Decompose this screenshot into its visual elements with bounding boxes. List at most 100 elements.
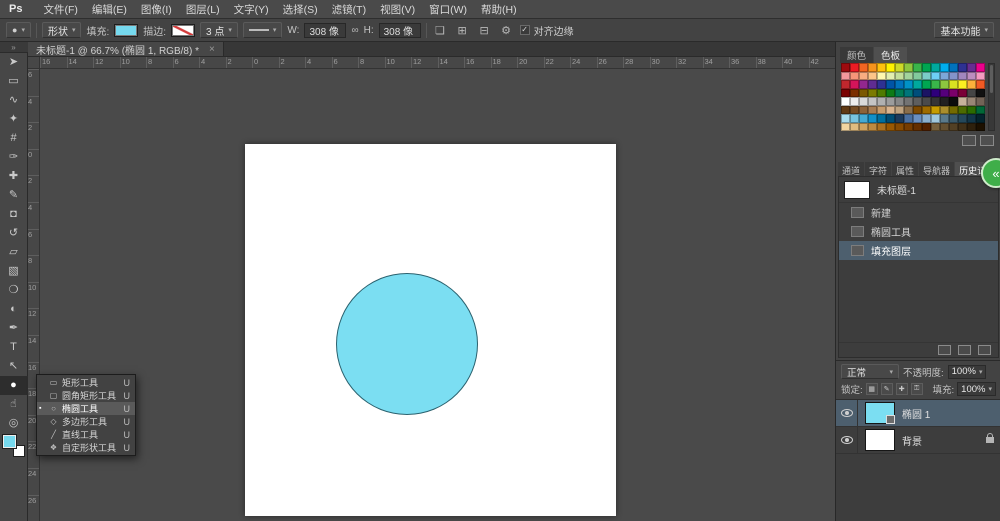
polygon-tool-item[interactable]: ▪ ◇ 多边形工具 U — [37, 415, 135, 428]
color-swatch[interactable] — [895, 97, 904, 106]
color-swatch[interactable] — [976, 97, 985, 106]
color-swatch[interactable] — [850, 97, 859, 106]
menu-item[interactable]: 文字(Y) — [227, 0, 276, 18]
color-swatch[interactable] — [868, 123, 877, 132]
color-swatch[interactable] — [949, 80, 958, 89]
color-swatch[interactable] — [931, 123, 940, 132]
brush-tool[interactable]: ✎ — [0, 186, 28, 205]
tool-mode-dropdown[interactable]: 形状 ▾ — [42, 22, 82, 38]
color-swatch[interactable] — [850, 123, 859, 132]
color-swatch[interactable] — [913, 114, 922, 123]
blend-mode-dropdown[interactable]: 正常 ▾ — [841, 364, 899, 379]
checkbox-box[interactable]: ✓ — [520, 25, 530, 35]
color-swatch[interactable] — [940, 106, 949, 115]
tool-preset-dropdown[interactable]: ● ▾ — [6, 22, 31, 38]
color-swatch[interactable] — [859, 63, 868, 72]
layer-thumbnail[interactable] — [865, 429, 895, 451]
color-swatch[interactable] — [976, 106, 985, 115]
fill-color-swatch[interactable] — [114, 24, 138, 37]
menu-item[interactable]: 滤镜(T) — [325, 0, 373, 18]
quick-selection-tool[interactable]: ✦ — [0, 110, 28, 129]
layer-row[interactable]: 椭圆 1 — [836, 400, 1000, 427]
color-swatch[interactable] — [940, 63, 949, 72]
dodge-tool[interactable]: ◐ — [0, 300, 28, 319]
color-swatch[interactable] — [922, 123, 931, 132]
menu-item[interactable]: 图像(I) — [134, 0, 179, 18]
color-swatch[interactable] — [850, 80, 859, 89]
path-operations-icon[interactable]: ❏ — [432, 24, 449, 37]
line-tool-item[interactable]: ▪ ╱ 直线工具 U — [37, 428, 135, 441]
color-swatch[interactable] — [913, 72, 922, 81]
delete-swatch-icon[interactable] — [980, 135, 994, 146]
color-swatch[interactable] — [949, 89, 958, 98]
color-swatch[interactable] — [976, 89, 985, 98]
color-swatch[interactable] — [922, 106, 931, 115]
color-swatch[interactable] — [877, 123, 886, 132]
color-swatch[interactable] — [922, 80, 931, 89]
color-swatch[interactable] — [922, 63, 931, 72]
document-tab[interactable]: 未标题-1 @ 66.7% (椭圆 1, RGB/8) * × — [28, 42, 224, 56]
hand-tool[interactable]: ☝ — [0, 395, 28, 414]
color-swatch[interactable] — [895, 89, 904, 98]
color-swatch[interactable] — [895, 72, 904, 81]
eraser-tool[interactable]: ▱ — [0, 243, 28, 262]
color-swatch[interactable] — [976, 114, 985, 123]
crop-tool[interactable]: # — [0, 129, 28, 148]
color-swatch[interactable] — [967, 72, 976, 81]
gear-icon[interactable]: ⚙ — [498, 24, 515, 37]
workspace-switcher[interactable]: 基本功能 ▾ — [934, 22, 994, 38]
color-swatch[interactable] — [841, 72, 850, 81]
color-swatch[interactable] — [949, 97, 958, 106]
color-swatch[interactable] — [868, 89, 877, 98]
color-swatch[interactable] — [967, 114, 976, 123]
color-swatch[interactable] — [886, 114, 895, 123]
color-swatch[interactable] — [913, 63, 922, 72]
color-swatch[interactable] — [931, 106, 940, 115]
gradient-tool[interactable]: ▧ — [0, 262, 28, 281]
color-swatch[interactable] — [859, 123, 868, 132]
color-swatch[interactable] — [931, 80, 940, 89]
lock-all-icon[interactable]: ⚿ — [911, 383, 923, 395]
color-swatch[interactable] — [940, 97, 949, 106]
history-step[interactable]: 填充图层 — [839, 241, 998, 260]
color-swatch[interactable] — [958, 63, 967, 72]
color-swatch[interactable] — [949, 106, 958, 115]
eyedropper-tool[interactable]: ✑ — [0, 148, 28, 167]
color-swatch[interactable] — [886, 97, 895, 106]
color-swatch[interactable] — [931, 89, 940, 98]
close-tab-icon[interactable]: × — [209, 44, 215, 55]
color-swatch[interactable] — [958, 106, 967, 115]
color-swatch[interactable] — [958, 123, 967, 132]
color-swatch[interactable] — [859, 114, 868, 123]
color-swatch[interactable] — [895, 114, 904, 123]
color-swatch[interactable] — [949, 72, 958, 81]
color-swatch[interactable] — [949, 63, 958, 72]
healing-brush-tool[interactable]: ✚ — [0, 167, 28, 186]
menu-item[interactable]: 编辑(E) — [85, 0, 134, 18]
color-swatch[interactable] — [841, 123, 850, 132]
color-swatch[interactable] — [859, 97, 868, 106]
stroke-style-dropdown[interactable]: ▾ — [243, 22, 283, 38]
scrollbar-thumb[interactable] — [990, 65, 993, 93]
color-swatch[interactable] — [877, 72, 886, 81]
path-selection-tool[interactable]: ↖ — [0, 357, 28, 376]
color-swatch[interactable] — [868, 72, 877, 81]
layer-thumbnail[interactable] — [865, 402, 895, 424]
clone-stamp-tool[interactable]: ◘ — [0, 205, 28, 224]
move-tool[interactable]: ➤ — [0, 53, 28, 72]
menu-item[interactable]: 窗口(W) — [422, 0, 474, 18]
layer-row[interactable]: 背景 — [836, 427, 1000, 454]
stroke-color-swatch[interactable] — [171, 24, 195, 37]
color-swatch[interactable] — [958, 72, 967, 81]
delete-state-icon[interactable] — [978, 345, 991, 355]
lasso-tool[interactable]: ∿ — [0, 91, 28, 110]
color-swatch[interactable] — [913, 106, 922, 115]
shape-width-field[interactable]: 308 像 — [304, 23, 346, 38]
menu-item[interactable]: 帮助(H) — [474, 0, 524, 18]
document-canvas[interactable] — [245, 144, 616, 516]
color-swatch[interactable] — [886, 123, 895, 132]
color-swatch[interactable] — [904, 97, 913, 106]
rectangle-tool-item[interactable]: ▪ ▭ 矩形工具 U — [37, 376, 135, 389]
rounded-rectangle-tool-item[interactable]: ▪ ▢ 圆角矩形工具 U — [37, 389, 135, 402]
color-swatch[interactable] — [976, 72, 985, 81]
